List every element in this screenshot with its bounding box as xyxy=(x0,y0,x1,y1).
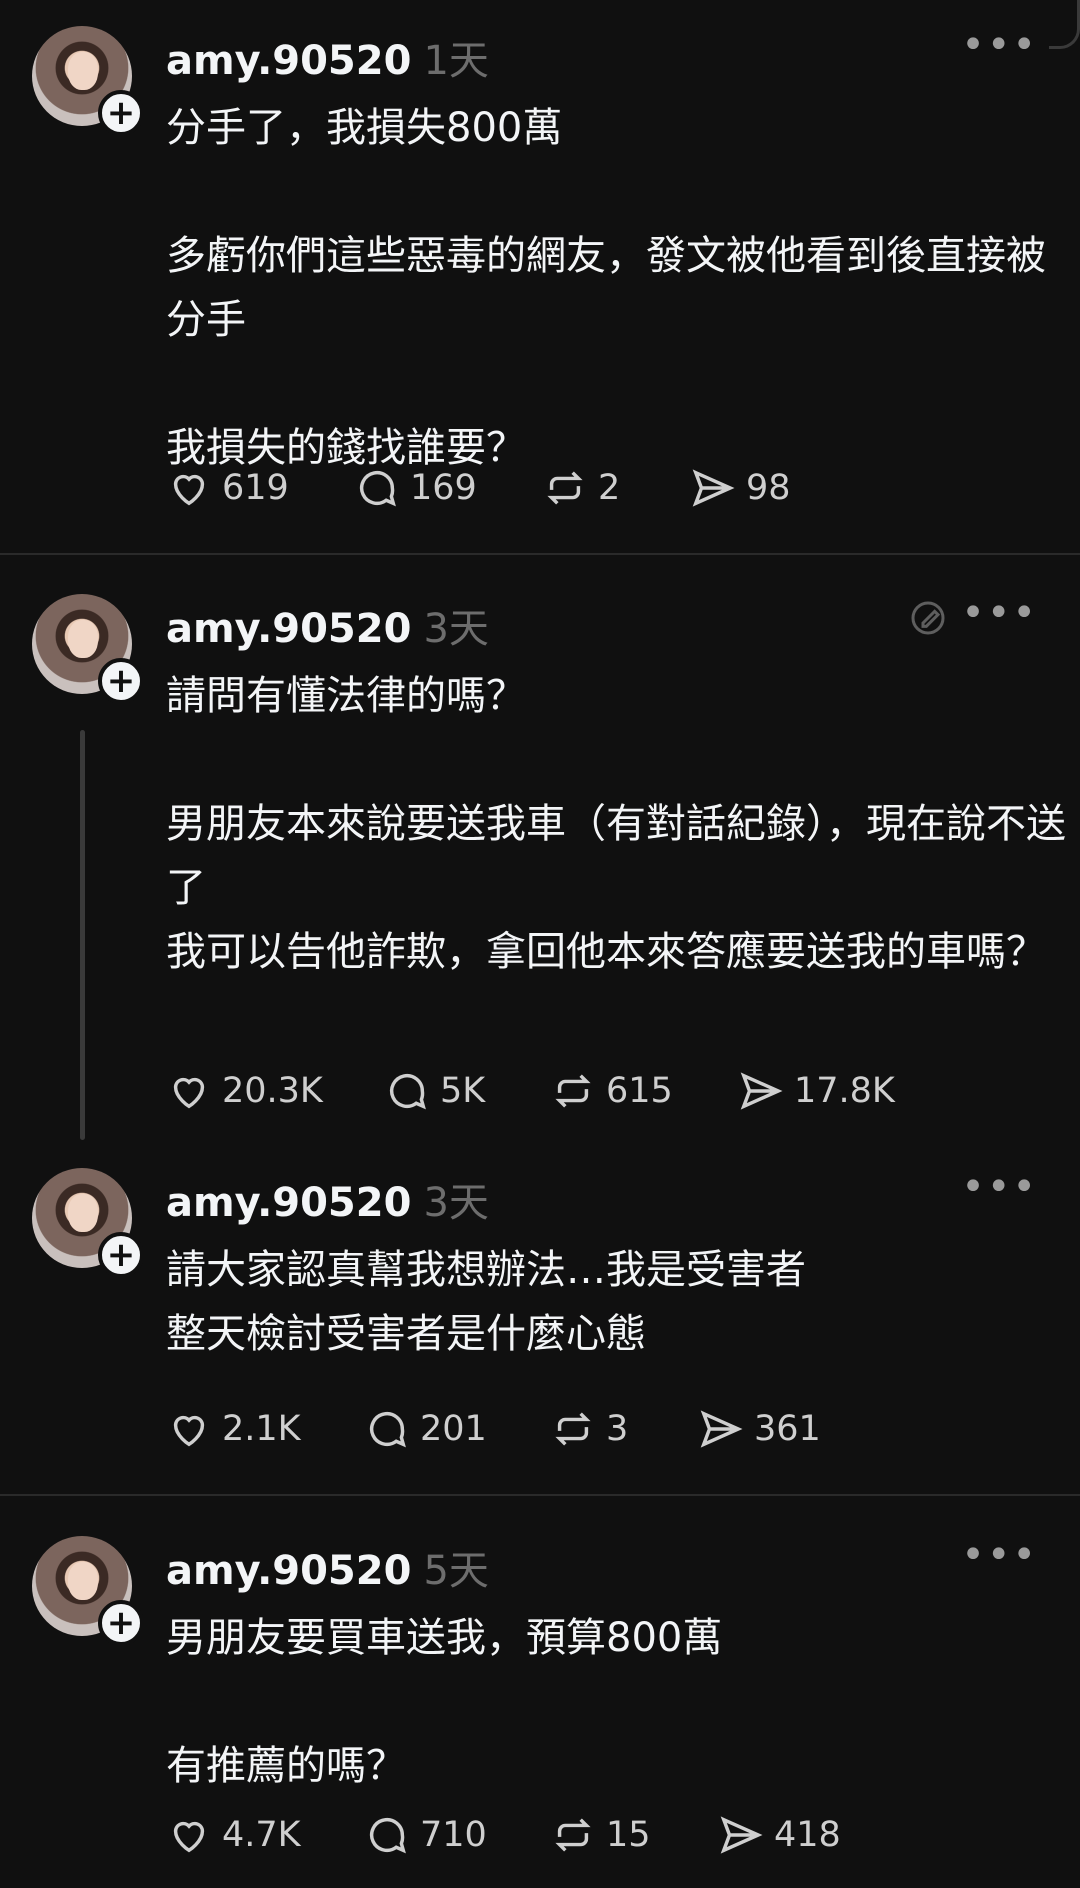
post-time: 1天 xyxy=(423,38,489,84)
like-count: 2.1K xyxy=(222,1409,301,1449)
post-time: 3天 xyxy=(423,1180,489,1226)
repost-icon xyxy=(555,1818,591,1852)
repost-button[interactable]: 2 xyxy=(542,465,690,511)
post-actions: 4.7K 710 15 418 xyxy=(166,1810,841,1860)
repost-count: 3 xyxy=(606,1409,629,1449)
post-actions: 20.3K 5K 615 17.8K xyxy=(166,1066,895,1116)
repost-icon xyxy=(555,1412,591,1446)
like-count: 20.3K xyxy=(222,1071,323,1111)
reply-button[interactable]: 710 xyxy=(364,1812,550,1858)
post-divider xyxy=(0,1494,1080,1496)
plus-icon[interactable]: + xyxy=(98,658,144,704)
post-text: 分手了，我損失800萬 多虧你們這些惡毒的網友，發文被他看到後直接被分手 我損失… xyxy=(166,105,1046,471)
more-icon[interactable]: ••• xyxy=(961,590,1038,636)
like-count: 4.7K xyxy=(222,1815,301,1855)
share-count: 361 xyxy=(754,1409,821,1449)
share-button[interactable]: 418 xyxy=(718,1812,841,1858)
share-count: 418 xyxy=(774,1815,841,1855)
scroll-corner xyxy=(1049,0,1080,49)
repost-count: 15 xyxy=(606,1815,651,1855)
share-count: 98 xyxy=(746,468,791,508)
like-count: 619 xyxy=(222,468,289,508)
more-icon[interactable]: ••• xyxy=(961,1164,1038,1210)
reply-button[interactable]: 169 xyxy=(354,465,542,511)
comment-icon xyxy=(369,1817,406,1854)
heart-icon xyxy=(173,1077,205,1109)
post-text: 男朋友要買車送我，預算800萬 有推薦的嗎？ xyxy=(166,1615,723,1789)
reply-count: 169 xyxy=(410,468,477,508)
send-icon xyxy=(740,1072,783,1110)
share-count: 17.8K xyxy=(794,1071,895,1111)
post-divider xyxy=(0,553,1080,555)
repost-button[interactable]: 15 xyxy=(550,1812,718,1858)
username[interactable]: amy.90520 xyxy=(166,1548,411,1594)
plus-icon[interactable]: + xyxy=(98,1600,144,1646)
reply-button[interactable]: 5K xyxy=(384,1068,550,1114)
share-button[interactable]: 98 xyxy=(690,465,791,511)
username[interactable]: amy.90520 xyxy=(166,606,411,652)
edited-icon[interactable] xyxy=(908,598,948,638)
like-button[interactable]: 619 xyxy=(166,465,354,511)
username-line[interactable]: amy.90520 5天 xyxy=(166,1538,489,1596)
post-text: 請大家認真幫我想辦法…我是受害者 整天檢討受害者是什麼心態 xyxy=(166,1247,806,1357)
username[interactable]: amy.90520 xyxy=(166,1180,411,1226)
send-icon xyxy=(692,469,735,507)
username-line[interactable]: amy.90520 3天 xyxy=(166,596,489,654)
username-line[interactable]: amy.90520 3天 xyxy=(166,1170,489,1228)
heart-icon xyxy=(173,1821,205,1853)
reply-count: 710 xyxy=(420,1815,487,1855)
heart-icon xyxy=(173,474,205,506)
send-icon xyxy=(700,1410,743,1448)
comment-icon xyxy=(389,1073,426,1110)
send-icon xyxy=(720,1816,763,1854)
like-button[interactable]: 2.1K xyxy=(166,1406,364,1452)
post-text: 請問有懂法律的嗎？ 男朋友本來說要送我車（有對話紀錄），現在說不送了 我可以告他… xyxy=(166,673,1066,975)
more-icon[interactable]: ••• xyxy=(961,22,1038,68)
reply-count: 5K xyxy=(440,1071,486,1111)
post-actions: 619 169 2 98 xyxy=(166,463,791,513)
comment-icon xyxy=(369,1411,406,1448)
plus-icon[interactable]: + xyxy=(98,90,144,136)
post-actions: 2.1K 201 3 361 xyxy=(166,1404,821,1454)
thread-line xyxy=(80,730,85,1140)
reply-button[interactable]: 201 xyxy=(364,1406,550,1452)
like-button[interactable]: 20.3K xyxy=(166,1068,384,1114)
share-button[interactable]: 361 xyxy=(698,1406,821,1452)
post-time: 5天 xyxy=(423,1548,489,1594)
share-button[interactable]: 17.8K xyxy=(738,1068,895,1114)
more-icon[interactable]: ••• xyxy=(961,1532,1038,1578)
plus-icon[interactable]: + xyxy=(98,1232,144,1278)
repost-count: 615 xyxy=(606,1071,673,1111)
username[interactable]: amy.90520 xyxy=(166,38,411,84)
repost-count: 2 xyxy=(598,468,621,508)
heart-icon xyxy=(173,1415,205,1447)
username-line[interactable]: amy.90520 1天 xyxy=(166,28,489,86)
repost-icon xyxy=(555,1074,591,1108)
repost-button[interactable]: 615 xyxy=(550,1068,738,1114)
repost-icon xyxy=(547,471,583,505)
reply-count: 201 xyxy=(420,1409,487,1449)
post-time: 3天 xyxy=(423,606,489,652)
comment-icon xyxy=(359,470,396,507)
like-button[interactable]: 4.7K xyxy=(166,1812,364,1858)
repost-button[interactable]: 3 xyxy=(550,1406,698,1452)
